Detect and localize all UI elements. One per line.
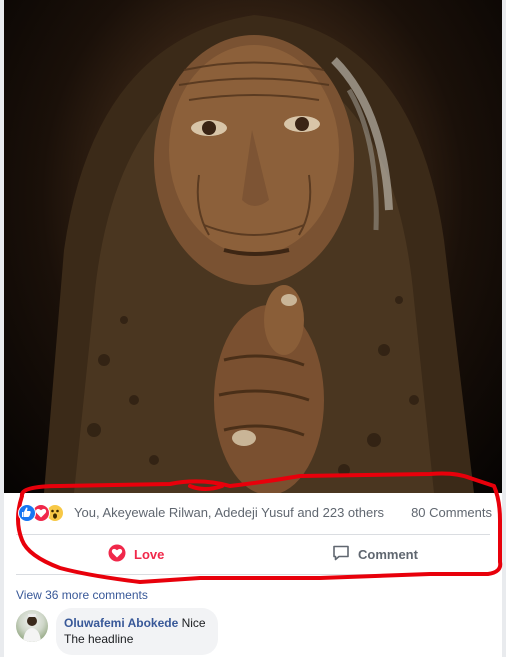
comment-icon <box>332 544 350 565</box>
action-bar: Love Comment <box>4 538 502 570</box>
comments-count-link[interactable]: 80 Comments <box>411 505 492 520</box>
comment-author-link[interactable]: Oluwafemi Abokede <box>64 616 178 630</box>
comment-button-label: Comment <box>358 546 418 562</box>
divider <box>16 574 490 575</box>
portrait-image <box>44 15 474 493</box>
view-more-comments-link[interactable]: View 36 more comments <box>16 588 148 602</box>
post-card: You, Akeyewale Rilwan, Adedeji Yusuf and… <box>4 0 502 657</box>
reaction-summary[interactable]: You, Akeyewale Rilwan, Adedeji Yusuf and… <box>74 505 384 520</box>
love-button-label: Love <box>134 546 165 562</box>
divider <box>16 534 490 535</box>
comment-button[interactable]: Comment <box>332 538 418 570</box>
love-button[interactable]: Love <box>108 538 164 570</box>
comment-text: Nice <box>181 616 206 630</box>
comment-bubble: Oluwafemi Abokede Nice The headline <box>56 608 218 655</box>
reactions-row: You, Akeyewale Rilwan, Adedeji Yusuf and… <box>4 500 502 528</box>
comment-item: Oluwafemi Abokede Nice The headline <box>16 608 496 655</box>
comment-text-line2: The headline <box>64 632 134 646</box>
like-icon <box>18 504 36 522</box>
reaction-icons[interactable] <box>18 504 78 524</box>
post-photo[interactable] <box>4 0 502 493</box>
avatar[interactable] <box>16 610 48 642</box>
love-icon <box>108 544 126 565</box>
